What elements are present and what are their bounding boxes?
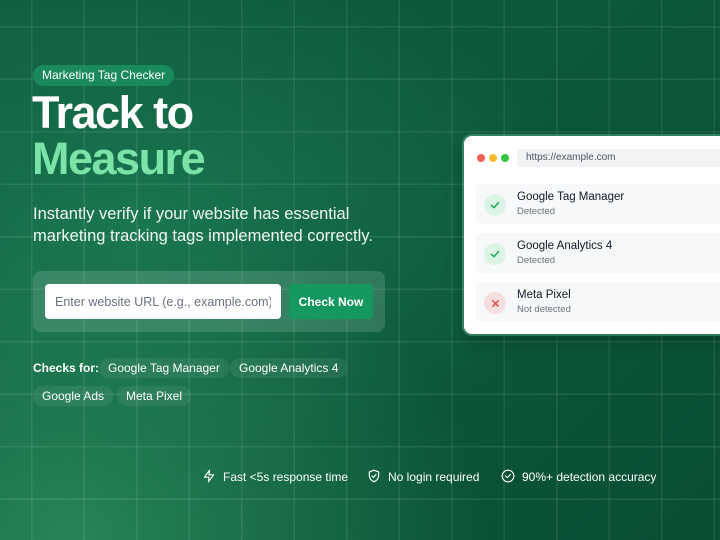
result-name: Google Tag Manager (517, 191, 625, 203)
result-status: Detected (517, 255, 556, 266)
result-name: Meta Pixel (517, 289, 571, 301)
website-url-input[interactable] (45, 284, 281, 319)
hero-title: Track to Measure (32, 87, 206, 184)
check-icon (484, 194, 506, 216)
hero-subtitle: Instantly verify if your website has ess… (33, 205, 373, 245)
check-now-button[interactable]: Check Now (289, 284, 373, 319)
check-icon (484, 243, 506, 265)
result-name: Google Analytics 4 (517, 240, 613, 252)
x-icon (484, 292, 506, 314)
hero-title-line2: Measure (32, 133, 206, 184)
check-chip-meta-pixel: Meta Pixel (117, 386, 192, 406)
result-row-meta-pixel: Meta Pixel Not detected (476, 282, 720, 322)
check-chip-ga4: Google Analytics 4 (230, 358, 348, 378)
result-status: Not detected (517, 304, 571, 315)
feature-accuracy: 90%+ detection accuracy (501, 467, 656, 487)
window-minimize-dot (489, 154, 497, 162)
url-check-form: Check Now (33, 271, 385, 332)
shield-check-icon (367, 469, 381, 486)
browser-preview-card: https://example.com Google Tag Manager D… (464, 136, 720, 334)
lightning-icon (202, 469, 216, 486)
address-bar: https://example.com (517, 149, 720, 167)
feature-accuracy-text: 90%+ detection accuracy (522, 470, 657, 484)
check-circle-icon (501, 469, 515, 486)
result-row-ga4: Google Analytics 4 Detected (476, 233, 720, 273)
result-row-gtm: Google Tag Manager Detected (476, 184, 720, 224)
hero-title-line1: Track to (32, 87, 194, 138)
window-close-dot (477, 154, 485, 162)
feature-fast-text: Fast <5s response time (223, 470, 349, 484)
check-chip-gtm: Google Tag Manager (99, 358, 229, 378)
checks-label: Checks for: (33, 361, 100, 375)
window-maximize-dot (501, 154, 509, 162)
feature-no-login-text: No login required (388, 470, 480, 484)
feature-fast: Fast <5s response time (202, 467, 348, 487)
feature-no-login: No login required (367, 467, 479, 487)
check-chip-google-ads: Google Ads (33, 386, 114, 406)
window-controls (477, 154, 509, 162)
product-badge: Marketing Tag Checker (33, 65, 175, 86)
result-status: Detected (517, 206, 556, 217)
